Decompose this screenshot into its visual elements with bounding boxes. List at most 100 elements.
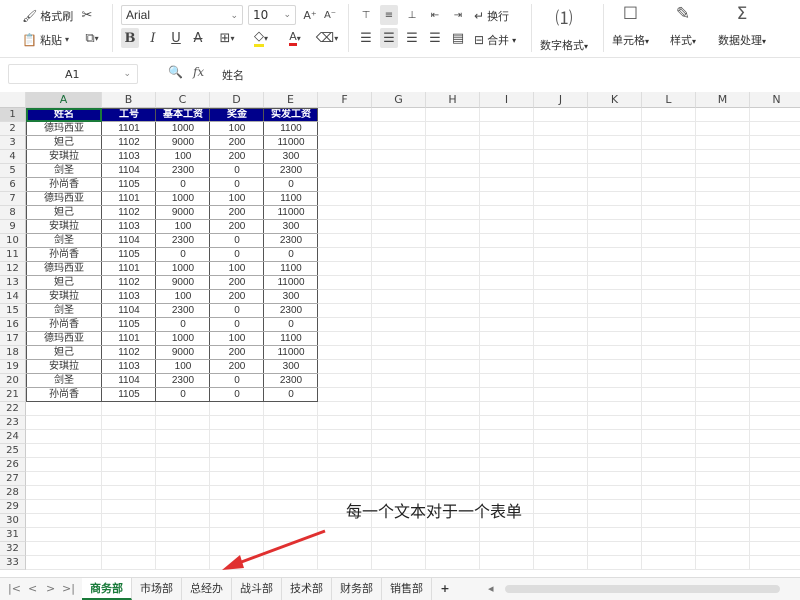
row-header[interactable]: 25 [0, 444, 26, 458]
column-header[interactable]: D [210, 92, 264, 108]
font-name-select[interactable]: Arial ⌄ [121, 5, 243, 25]
table-cell[interactable]: 1104 [102, 304, 156, 318]
row-header[interactable]: 13 [0, 276, 26, 290]
table-cell[interactable]: 300 [264, 290, 318, 304]
cut-icon[interactable]: ✂ [78, 5, 96, 25]
table-cell[interactable]: 100 [156, 150, 210, 164]
table-cell[interactable]: 1102 [102, 346, 156, 360]
cell-button[interactable]: ☐ 单元格▾ [612, 4, 649, 48]
table-cell[interactable]: 1103 [102, 290, 156, 304]
table-cell[interactable]: 1103 [102, 360, 156, 374]
justify-icon[interactable]: ☰ [426, 28, 444, 48]
style-button[interactable]: ✎ 样式▾ [670, 4, 696, 48]
font-color-button[interactable]: A ▾ [282, 28, 308, 48]
table-cell[interactable]: 妲己 [26, 136, 102, 150]
scroll-left-icon[interactable]: ◂ [488, 582, 494, 595]
table-header-cell[interactable]: 奖金 [210, 108, 264, 122]
table-cell[interactable]: 德玛西亚 [26, 332, 102, 346]
table-header-cell[interactable]: 工号 [102, 108, 156, 122]
column-header[interactable]: G [372, 92, 426, 108]
table-cell[interactable]: 1100 [264, 262, 318, 276]
sheet-tab[interactable]: 市场部 [132, 578, 182, 600]
table-cell[interactable]: 剑圣 [26, 374, 102, 388]
table-cell[interactable]: 9000 [156, 206, 210, 220]
table-cell[interactable]: 200 [210, 220, 264, 234]
row-header[interactable]: 2 [0, 122, 26, 136]
table-cell[interactable]: 1102 [102, 276, 156, 290]
table-cell[interactable]: 1105 [102, 178, 156, 192]
row-header[interactable]: 16 [0, 318, 26, 332]
row-header[interactable]: 17 [0, 332, 26, 346]
row-header[interactable]: 18 [0, 346, 26, 360]
table-cell[interactable]: 0 [156, 318, 210, 332]
table-cell[interactable]: 妲己 [26, 276, 102, 290]
table-cell[interactable]: 1104 [102, 374, 156, 388]
table-cell[interactable]: 0 [264, 318, 318, 332]
distributed-icon[interactable]: ▤ [449, 28, 467, 48]
column-header[interactable]: F [318, 92, 372, 108]
row-header[interactable]: 19 [0, 360, 26, 374]
table-cell[interactable]: 孙尚香 [26, 178, 102, 192]
row-header[interactable]: 8 [0, 206, 26, 220]
row-header[interactable]: 24 [0, 430, 26, 444]
row-header[interactable]: 11 [0, 248, 26, 262]
table-cell[interactable]: 2300 [156, 304, 210, 318]
italic-icon[interactable]: I [145, 28, 161, 48]
table-cell[interactable]: 9000 [156, 346, 210, 360]
first-sheet-icon[interactable]: |< [8, 582, 21, 595]
table-cell[interactable]: 0 [264, 248, 318, 262]
table-cell[interactable]: 2300 [264, 164, 318, 178]
table-cell[interactable]: 9000 [156, 136, 210, 150]
table-cell[interactable]: 1105 [102, 318, 156, 332]
table-cell[interactable]: 1000 [156, 122, 210, 136]
indent-decrease-icon[interactable]: ⇤ [426, 5, 444, 25]
table-cell[interactable]: 剑圣 [26, 234, 102, 248]
table-header-cell[interactable]: 基本工资 [156, 108, 210, 122]
table-cell[interactable]: 2300 [156, 374, 210, 388]
table-cell[interactable]: 1103 [102, 150, 156, 164]
table-cell[interactable]: 0 [210, 304, 264, 318]
row-header[interactable]: 23 [0, 416, 26, 430]
add-sheet-button[interactable]: + [436, 578, 454, 600]
table-cell[interactable]: 剑圣 [26, 304, 102, 318]
table-cell[interactable]: 1101 [102, 262, 156, 276]
last-sheet-icon[interactable]: >| [62, 582, 75, 595]
table-cell[interactable]: 1101 [102, 332, 156, 346]
table-cell[interactable]: 0 [156, 248, 210, 262]
sheet-tab[interactable]: 商务部 [82, 578, 132, 600]
column-header[interactable]: H [426, 92, 480, 108]
formula-input[interactable]: 姓名 [222, 67, 244, 83]
table-cell[interactable]: 100 [156, 360, 210, 374]
table-cell[interactable]: 妲己 [26, 346, 102, 360]
align-right-icon[interactable]: ☰ [403, 28, 421, 48]
increase-font-icon[interactable]: A⁺ [302, 5, 318, 25]
table-cell[interactable]: 德玛西亚 [26, 192, 102, 206]
table-cell[interactable]: 11000 [264, 346, 318, 360]
format-painter-button[interactable]: 🖌 格式刷 [22, 8, 73, 24]
horizontal-scrollbar[interactable] [505, 585, 780, 593]
row-header[interactable]: 15 [0, 304, 26, 318]
table-cell[interactable]: 0 [210, 318, 264, 332]
table-cell[interactable]: 9000 [156, 276, 210, 290]
paste-button[interactable]: 📋 粘贴 ▾ [22, 32, 69, 48]
table-cell[interactable]: 2300 [264, 304, 318, 318]
merge-button[interactable]: ⊟ 合并 ▾ [474, 32, 516, 48]
strikethrough-icon[interactable]: A [190, 28, 206, 48]
table-cell[interactable]: 300 [264, 220, 318, 234]
table-cell[interactable]: 2300 [156, 234, 210, 248]
decrease-font-icon[interactable]: A⁻ [322, 5, 338, 25]
column-header[interactable]: L [642, 92, 696, 108]
prev-sheet-icon[interactable]: < [28, 582, 37, 595]
row-header[interactable]: 4 [0, 150, 26, 164]
sheet-tab[interactable]: 技术部 [282, 578, 332, 600]
row-header[interactable]: 3 [0, 136, 26, 150]
table-cell[interactable]: 1000 [156, 332, 210, 346]
column-header[interactable]: B [102, 92, 156, 108]
table-cell[interactable]: 孙尚香 [26, 318, 102, 332]
table-cell[interactable]: 0 [156, 388, 210, 402]
table-cell[interactable]: 1100 [264, 122, 318, 136]
table-cell[interactable]: 11000 [264, 136, 318, 150]
table-cell[interactable]: 1103 [102, 220, 156, 234]
table-cell[interactable]: 200 [210, 360, 264, 374]
row-header[interactable]: 31 [0, 528, 26, 542]
